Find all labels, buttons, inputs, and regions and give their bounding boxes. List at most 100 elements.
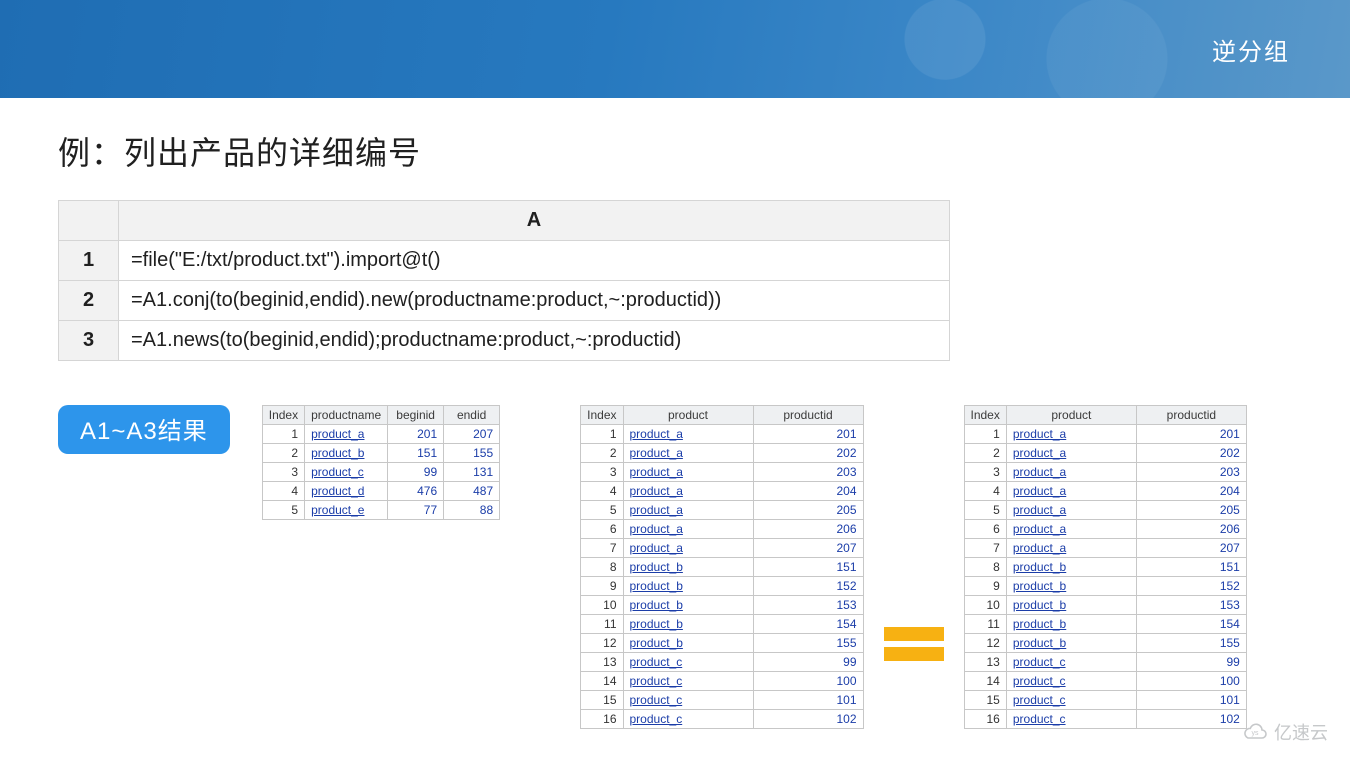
- cell-productid: 207: [753, 539, 863, 558]
- cell-product: product_b: [1006, 596, 1136, 615]
- table-row: 12product_b155: [964, 634, 1246, 653]
- cell-endid: 207: [444, 425, 500, 444]
- cell-product: product_c: [1006, 710, 1136, 729]
- cell-index: 13: [581, 653, 623, 672]
- table-row: 2product_b151155: [262, 444, 499, 463]
- cell-product: product_a: [623, 501, 753, 520]
- col-header-A: A: [119, 201, 950, 241]
- equals-icon: [884, 405, 944, 729]
- table-row: 3product_c99131: [262, 463, 499, 482]
- table-row: 6product_a206: [964, 520, 1246, 539]
- cell-index: 16: [964, 710, 1006, 729]
- cell-beginid: 151: [388, 444, 444, 463]
- cell-product: product_c: [623, 710, 753, 729]
- table-row: 13product_c99: [964, 653, 1246, 672]
- cell-beginid: 77: [388, 501, 444, 520]
- cell-product: product_b: [1006, 634, 1136, 653]
- cell-product: product_a: [623, 444, 753, 463]
- cell-productid: 155: [753, 634, 863, 653]
- cell-index: 10: [581, 596, 623, 615]
- table-row: 1product_a201207: [262, 425, 499, 444]
- cell-productid: 153: [1136, 596, 1246, 615]
- col-header: productid: [1136, 406, 1246, 425]
- cell-productid: 201: [1136, 425, 1246, 444]
- cell-index: 16: [581, 710, 623, 729]
- svg-text:ys: ys: [1252, 730, 1260, 737]
- cell-product: product_b: [623, 596, 753, 615]
- cell-productid: 101: [753, 691, 863, 710]
- cell-index: 5: [964, 501, 1006, 520]
- cell-productid: 206: [1136, 520, 1246, 539]
- cell-product: product_a: [1006, 463, 1136, 482]
- table-row: 16product_c102: [964, 710, 1246, 729]
- cell-product: product_c: [1006, 691, 1136, 710]
- cell-product: product_b: [623, 634, 753, 653]
- cell-productid: 100: [753, 672, 863, 691]
- table-row: 10product_b153: [581, 596, 863, 615]
- cell-index: 1: [964, 425, 1006, 444]
- result-table-a1: Index productname beginid endid 1product…: [262, 405, 500, 520]
- table-row: 7product_a207: [581, 539, 863, 558]
- cell-index: 5: [581, 501, 623, 520]
- cell-product: product_b: [623, 615, 753, 634]
- code-row: 2 =A1.conj(to(beginid,endid).new(product…: [59, 281, 950, 321]
- banner-title: 逆分组: [1212, 32, 1290, 67]
- cell-index: 11: [964, 615, 1006, 634]
- cell-productid: 102: [753, 710, 863, 729]
- table-row: 12product_b155: [581, 634, 863, 653]
- cell-product: product_a: [623, 520, 753, 539]
- cell-beginid: 99: [388, 463, 444, 482]
- cell-productid: 201: [753, 425, 863, 444]
- table-row: 10product_b153: [964, 596, 1246, 615]
- content: 例：列出产品的详细编号 A 1 =file("E:/txt/product.tx…: [0, 98, 1350, 729]
- cell-index: 14: [964, 672, 1006, 691]
- table-row: 14product_c100: [581, 672, 863, 691]
- cell-endid: 155: [444, 444, 500, 463]
- table-row: 15product_c101: [581, 691, 863, 710]
- cell-productid: 152: [753, 577, 863, 596]
- col-header: endid: [444, 406, 500, 425]
- col-header: productname: [305, 406, 388, 425]
- table-row: 3product_a203: [964, 463, 1246, 482]
- table-row: 8product_b151: [581, 558, 863, 577]
- code-row: 3 =A1.news(to(beginid,endid);productname…: [59, 321, 950, 361]
- table-row: 2product_a202: [964, 444, 1246, 463]
- row-num: 1: [59, 241, 119, 281]
- cell-productid: 100: [1136, 672, 1246, 691]
- cell-product: product_b: [623, 558, 753, 577]
- cell-productid: 207: [1136, 539, 1246, 558]
- cell-index: 15: [964, 691, 1006, 710]
- col-header: Index: [262, 406, 304, 425]
- table-row: 5product_e7788: [262, 501, 499, 520]
- cell-index: 6: [581, 520, 623, 539]
- result-table-a2: Index product productid 1product_a2012pr…: [580, 405, 863, 729]
- cell-productid: 151: [1136, 558, 1246, 577]
- cell-index: 4: [581, 482, 623, 501]
- cell-product: product_b: [1006, 558, 1136, 577]
- equals-bar: [884, 627, 944, 641]
- cell-productid: 202: [753, 444, 863, 463]
- table-row: 1product_a201: [964, 425, 1246, 444]
- cell-product: product_b: [1006, 615, 1136, 634]
- cell-index: 13: [964, 653, 1006, 672]
- cell-index: 9: [964, 577, 1006, 596]
- cell-productname: product_b: [305, 444, 388, 463]
- cell-index: 15: [581, 691, 623, 710]
- cell-productid: 151: [753, 558, 863, 577]
- cell-productname: product_c: [305, 463, 388, 482]
- cell-endid: 88: [444, 501, 500, 520]
- table-row: 7product_a207: [964, 539, 1246, 558]
- table-row: 4product_d476487: [262, 482, 499, 501]
- cell-productid: 154: [1136, 615, 1246, 634]
- cell-productid: 154: [753, 615, 863, 634]
- cell-index: 10: [964, 596, 1006, 615]
- table-row: 4product_a204: [581, 482, 863, 501]
- table-row: 3product_a203: [581, 463, 863, 482]
- cell-index: 8: [964, 558, 1006, 577]
- table-row: 11product_b154: [581, 615, 863, 634]
- col-header: beginid: [388, 406, 444, 425]
- cell-productid: 152: [1136, 577, 1246, 596]
- table-row: 9product_b152: [964, 577, 1246, 596]
- cell-productname: product_a: [305, 425, 388, 444]
- cell-product: product_c: [623, 691, 753, 710]
